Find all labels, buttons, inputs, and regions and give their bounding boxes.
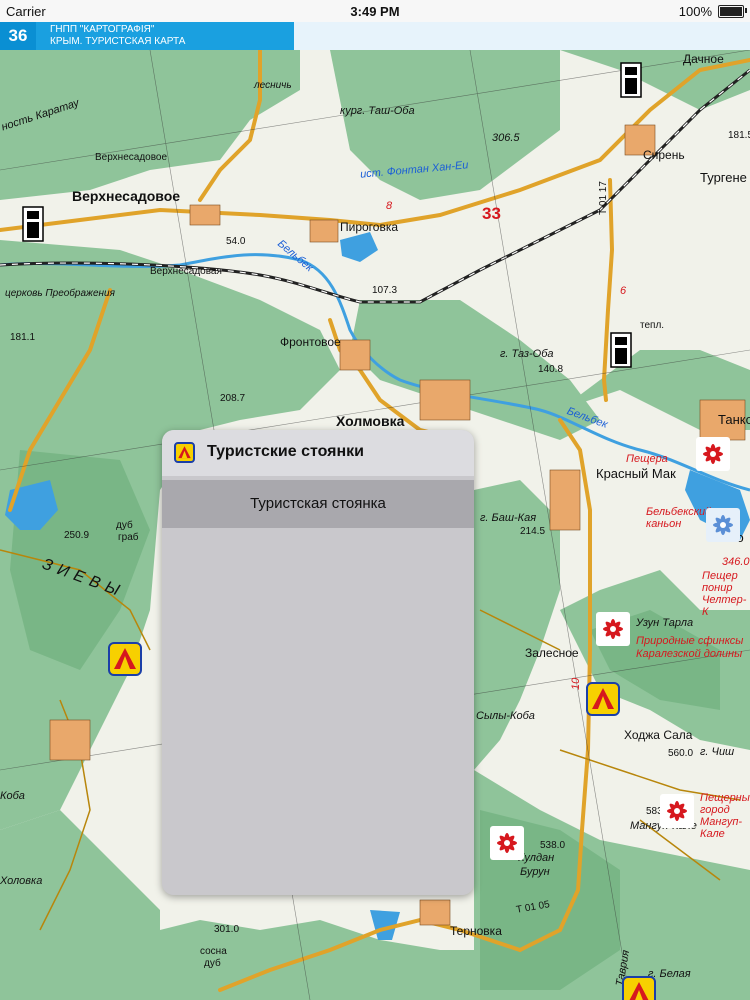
label-h306: 306.5 bbox=[492, 132, 520, 144]
label-h181: 181.1 bbox=[10, 332, 36, 343]
label-h250: 250.9 bbox=[64, 530, 90, 541]
label-mangup: Пещерный город Мангуп-Кале bbox=[700, 792, 750, 840]
popup-header: Туристские стоянки bbox=[162, 430, 474, 476]
label-holovka: Холовка bbox=[0, 875, 43, 887]
campsite-tent-icon bbox=[174, 442, 195, 463]
label-koba: Коба bbox=[0, 790, 25, 802]
clock: 3:49 PM bbox=[350, 4, 400, 19]
label-kurg-tash-oba: кург. Таш-Оба bbox=[340, 105, 415, 117]
label-dub: дуб bbox=[116, 520, 133, 531]
fuel-station-icon[interactable] bbox=[22, 206, 44, 242]
label-ternovka: Терновка bbox=[450, 924, 502, 938]
label-sersen: Сирень bbox=[643, 148, 685, 162]
label-bash-kaya: г. Баш-Кая bbox=[480, 512, 537, 524]
label-frontovoe: Фронтовое bbox=[280, 335, 341, 349]
label-h346: 346.0 bbox=[722, 556, 750, 568]
campsite-tent-icon[interactable] bbox=[586, 682, 620, 716]
label-road-33: 33 bbox=[482, 204, 501, 223]
label-h214: 214.5 bbox=[520, 526, 546, 537]
label-grab: граб bbox=[118, 532, 139, 543]
popup-empty-area bbox=[162, 528, 474, 895]
label-zalesnoe: Залесное bbox=[525, 646, 579, 660]
campsite-tent-icon[interactable] bbox=[622, 976, 656, 1000]
label-h560: 560.0 bbox=[668, 748, 694, 759]
label-burun: Бурун bbox=[520, 866, 550, 878]
battery-percent: 100% bbox=[678, 4, 712, 19]
label-krasny-mak: Красный Мак bbox=[596, 466, 676, 481]
map-title[interactable]: ГНПП "КАРТОГРАФІЯ" КРЫМ. ТУРИСТСКАЯ КАРТ… bbox=[36, 22, 294, 50]
label-lesnich: лесничь bbox=[254, 80, 292, 91]
map-title-line1: ГНПП "КАРТОГРАФІЯ" bbox=[50, 24, 155, 35]
label-sosna: сосна bbox=[200, 946, 227, 957]
label-tserkov: церковь Преображения bbox=[5, 288, 115, 299]
popup-title: Туристские стоянки bbox=[207, 443, 364, 460]
label-pirogovka: Пироговка bbox=[340, 220, 399, 234]
header-strip bbox=[294, 22, 750, 50]
label-road-10: 10 bbox=[570, 677, 582, 690]
label-h538: 538.0 bbox=[540, 840, 566, 851]
battery-nub bbox=[745, 8, 747, 13]
label-sfinksy: Природные сфинксы Каралезской долины bbox=[636, 635, 744, 660]
label-h140: 140.8 bbox=[538, 364, 564, 375]
campsite-tent-icon[interactable] bbox=[108, 642, 142, 676]
label-h301: 301.0 bbox=[214, 924, 240, 935]
label-turgene: Тургене bbox=[700, 170, 747, 185]
label-verkhnesadovaya: Верхнесадовая bbox=[150, 266, 222, 277]
attraction-flower-icon[interactable] bbox=[596, 612, 630, 646]
label-tepl: тепл. bbox=[640, 320, 665, 331]
label-chish: г. Чиш bbox=[700, 746, 735, 758]
status-bar: Carrier 3:49 PM 100% bbox=[0, 0, 750, 22]
label-verkhnesadovoe-small: Верхнесадовое bbox=[95, 152, 168, 163]
campsite-popup: Туристские стоянки Туристская стоянка bbox=[162, 430, 474, 895]
label-kholmovka: Холмовка bbox=[336, 413, 405, 429]
popup-list-item[interactable]: Туристская стоянка bbox=[162, 480, 474, 528]
label-peshchera1: Пещера bbox=[626, 453, 668, 465]
label-taz-oba: г. Таз-Оба bbox=[500, 348, 554, 360]
map-title-line2: КРЫМ. ТУРИСТСКАЯ КАРТА bbox=[50, 36, 186, 47]
label-h181-right: 181.5 bbox=[728, 130, 750, 141]
label-peshchery-chelter: Пещер понир Челтер-К bbox=[702, 570, 747, 618]
label-dachnoe: Дачное bbox=[683, 52, 724, 66]
attraction-flower-icon[interactable] bbox=[706, 508, 740, 542]
label-road-8: 8 bbox=[386, 200, 393, 212]
attraction-flower-icon[interactable] bbox=[490, 826, 524, 860]
label-h54: 54.0 bbox=[226, 236, 246, 247]
attraction-flower-icon[interactable] bbox=[660, 794, 694, 828]
fuel-station-icon[interactable] bbox=[620, 62, 642, 98]
label-belbek-kanyon: Бельбекский каньон bbox=[646, 506, 712, 530]
label-t0117: Т 01 17 bbox=[598, 181, 609, 215]
label-uzun-tarla: Узун Тарла bbox=[636, 617, 694, 629]
label-khodzha-sala: Ходжа Сала bbox=[624, 728, 693, 742]
label-h107: 107.3 bbox=[372, 285, 398, 296]
label-road-6: 6 bbox=[620, 285, 627, 297]
label-dub2: дуб bbox=[204, 958, 221, 969]
page-number-badge[interactable]: 36 bbox=[0, 22, 36, 50]
battery-icon bbox=[718, 5, 744, 18]
label-h208: 208.7 bbox=[220, 393, 246, 404]
label-tankovoe: Танко bbox=[718, 412, 750, 427]
label-verkhnesadovoe: Верхнесадовое bbox=[72, 188, 181, 204]
map-header: 36 ГНПП "КАРТОГРАФІЯ" КРЫМ. ТУРИСТСКАЯ К… bbox=[0, 22, 750, 50]
attraction-flower-icon[interactable] bbox=[696, 437, 730, 471]
label-syly-koba: Сылы-Коба bbox=[476, 710, 535, 722]
fuel-station-icon[interactable] bbox=[610, 332, 632, 368]
